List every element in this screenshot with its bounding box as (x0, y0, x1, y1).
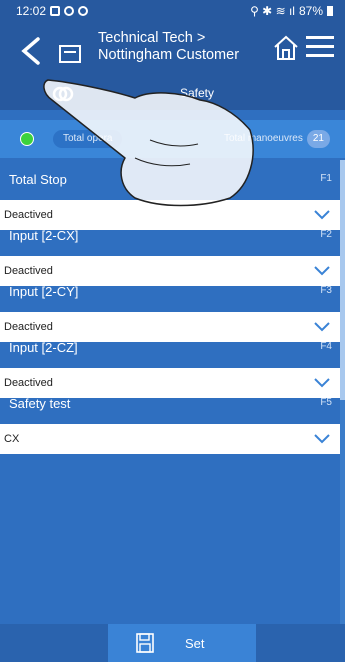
status-indicator (20, 132, 34, 146)
field-label: Input [2-CZ] (9, 340, 78, 355)
back-arrow-icon[interactable] (18, 36, 44, 66)
field-total-stop: Total Stop F1 Deactived (0, 160, 340, 230)
field-key: F4 (320, 341, 332, 352)
set-button[interactable]: Set (108, 624, 256, 662)
floppy-disk-icon (136, 633, 154, 653)
field-label: Input [2-CY] (9, 284, 79, 299)
battery-icon (327, 6, 333, 16)
app-header: Technical Tech > Nottingham Customer (0, 22, 345, 80)
field-label: Safety test (9, 396, 71, 411)
safety-test-select[interactable]: CX (0, 424, 340, 454)
total-manoeuvres-label: Total manoeuvres (223, 133, 303, 144)
clock: 12:02 (16, 4, 47, 18)
status-bar: 12:02 ⚲ ✱ ≋ ıl 87% (0, 0, 345, 22)
total-manoeuvres-count: 21 (306, 130, 330, 148)
field-safety-test: Safety test F5 CX (0, 384, 340, 454)
link-icon[interactable] (52, 84, 74, 104)
chevron-down-icon (314, 434, 330, 444)
scrollbar-thumb[interactable] (340, 160, 345, 400)
field-label: Input [2-CX] (9, 228, 79, 243)
field-input-2cy: Input [2-CY] F3 Deactived (0, 272, 340, 342)
notification-icon (78, 6, 89, 16)
status-left: 12:02 (16, 4, 89, 18)
title-line-2: Nottingham Customer (98, 47, 240, 63)
battery-level: 87% (298, 4, 323, 18)
total-operations-badge: Total opera (53, 130, 123, 148)
field-input-2cx: Input [2-CX] F2 Deactived (0, 216, 340, 286)
tab-safety[interactable]: Safety (180, 86, 214, 100)
select-value: CX (4, 433, 20, 445)
notification-icon (64, 6, 75, 16)
tab-bar: Safety (0, 80, 345, 110)
document-icon[interactable] (58, 44, 82, 64)
field-input-2cz: Input [2-CZ] F4 Deactived (0, 328, 340, 398)
page-title: Technical Tech > Nottingham Customer (98, 30, 239, 64)
signal-icon: ⚲ ✱ ≋ ıl (250, 4, 295, 18)
notification-icon (50, 6, 61, 16)
menu-icon[interactable] (306, 36, 334, 58)
home-icon[interactable] (272, 34, 300, 62)
title-line-1: Technical Tech > (98, 30, 206, 46)
total-manoeuvres: Total manoeuvres 21 (224, 130, 330, 148)
settings-list: Total Stop F1 Deactived Input [2-CX] F2 … (0, 160, 340, 624)
field-key: F5 (320, 397, 332, 408)
field-label: Total Stop (9, 172, 67, 187)
set-button-label: Set (185, 636, 205, 651)
counters-bar: Total opera Total manoeuvres 21 (0, 120, 345, 158)
field-key: F2 (320, 229, 332, 240)
status-right: ⚲ ✱ ≋ ıl 87% (250, 4, 333, 18)
bottom-bar: Set (0, 624, 345, 662)
field-key: F3 (320, 285, 332, 296)
field-key: F1 (320, 173, 332, 184)
